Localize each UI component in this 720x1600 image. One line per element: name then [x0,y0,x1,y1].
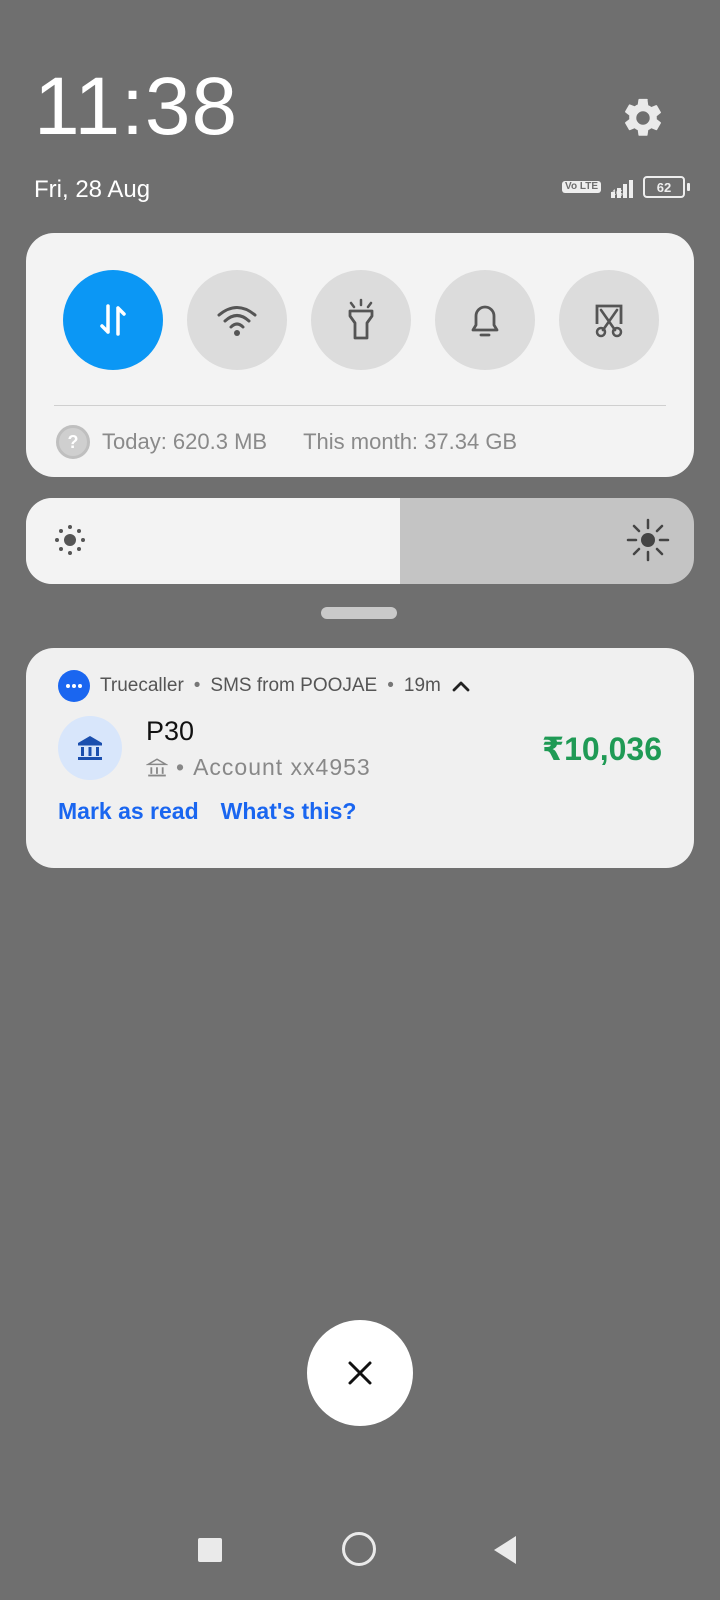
wifi-icon [217,306,257,336]
bank-icon [78,736,102,760]
data-usage-row[interactable]: ? Today: 620.3 MB This month: 37.34 GB [56,425,517,459]
flashlight-toggle[interactable] [311,270,411,370]
scissors-screenshot-icon [595,304,623,338]
home-button[interactable] [342,1532,376,1566]
notification-card[interactable]: Truecaller • SMS from POOJAE • 19m P30 •… [26,648,694,868]
settings-button[interactable] [620,95,666,141]
back-button[interactable] [494,1536,516,1564]
bell-icon [471,305,499,337]
brightness-low-icon [55,525,85,555]
account-label: Account xx4953 [193,754,371,780]
notification-title: P30 [146,716,195,746]
battery-level: 62 [643,176,685,198]
screenshot-toggle[interactable] [559,270,659,370]
bank-avatar [58,716,122,780]
brightness-high-icon [626,518,670,562]
status-icons: Vo LTE 4G 62 [562,176,690,198]
battery-icon: 62 [643,176,690,198]
sound-toggle[interactable] [435,270,535,370]
separator: • [176,754,186,780]
shade-drag-handle[interactable] [321,607,397,619]
whats-this-button[interactable]: What's this? [221,798,357,825]
gear-icon [625,98,661,136]
mark-as-read-button[interactable]: Mark as read [58,798,199,825]
notification-actions: Mark as read What's this? [58,798,356,825]
recents-button[interactable] [198,1538,222,1562]
notification-subtitle: • Account xx4953 [146,754,371,781]
mobile-data-toggle[interactable] [63,270,163,370]
bank-small-icon [146,757,168,776]
volte-icon: Vo LTE [562,181,601,193]
clock[interactable]: 11:38 [34,66,238,148]
separator: • [193,675,201,696]
notification-header: Truecaller • SMS from POOJAE • 19m [58,670,471,702]
usage-month: This month: 37.34 GB [303,429,518,454]
data-transfer-icon [100,304,126,336]
chevron-up-icon[interactable] [451,679,471,693]
signal-icon: 4G [611,176,633,198]
notification-age: 19m [403,675,441,696]
separator: • [387,675,394,696]
transaction-amount: ₹10,036 [541,731,662,767]
network-type: 4G [611,188,624,198]
flashlight-icon [348,298,374,340]
help-icon: ? [56,425,90,459]
truecaller-app-icon [58,670,90,702]
date[interactable]: Fri, 28 Aug [34,176,150,204]
brightness-slider[interactable] [26,498,694,584]
notification-source: SMS from POOJAE [210,675,378,696]
divider [54,405,666,406]
quick-settings-panel: ? Today: 620.3 MB This month: 37.34 GB [26,233,694,477]
app-name: Truecaller [100,675,184,696]
close-icon [348,1361,372,1385]
navigation-bar [0,1530,720,1570]
usage-today: Today: 620.3 MB [102,429,268,454]
clear-notifications-button[interactable] [307,1320,413,1426]
quick-settings-toggles [63,270,659,370]
wifi-toggle[interactable] [187,270,287,370]
